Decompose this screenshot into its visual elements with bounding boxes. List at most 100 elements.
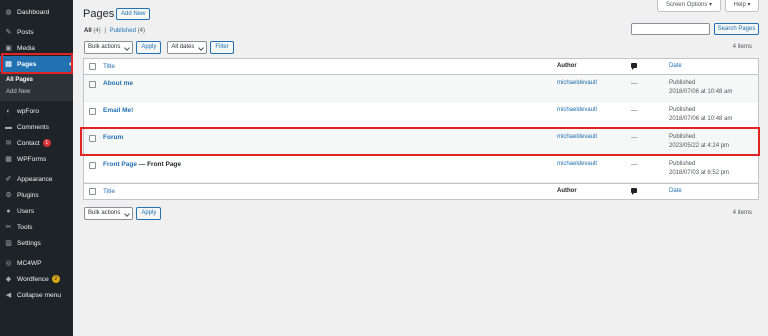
comments-column-header xyxy=(631,63,637,70)
notification-badge: 2 xyxy=(51,275,60,283)
sidebar-item-dashboard[interactable]: ◍ Dashboard xyxy=(0,4,73,20)
sidebar-item-label: Media xyxy=(17,44,35,52)
date-cell: Published 2018/07/03 at 6:52 pm xyxy=(669,160,729,178)
submenu-add-new[interactable]: Add New xyxy=(0,86,73,98)
comments-column-footer xyxy=(631,188,637,195)
search-input[interactable] xyxy=(631,23,710,35)
author-link[interactable]: michaeldevault xyxy=(557,161,597,167)
row-checkbox[interactable] xyxy=(89,108,96,115)
comment-bubble-icon xyxy=(631,63,637,70)
sidebar-item-plugins[interactable]: ⚙ Plugins xyxy=(0,187,73,203)
page-title-link[interactable]: Email Me! xyxy=(103,107,133,114)
collapse-menu-button[interactable]: ◀ Collapse menu xyxy=(0,287,73,303)
sidebar-item-label: Collapse menu xyxy=(17,291,61,299)
title-column-footer[interactable]: Title xyxy=(103,188,115,195)
settings-icon: ▥ xyxy=(5,240,12,247)
sidebar-item-label: wpForo xyxy=(17,107,39,115)
pushpin-icon: ✎ xyxy=(5,29,12,36)
date-column-footer[interactable]: Date xyxy=(669,187,682,196)
publish-status: Published xyxy=(669,161,696,167)
sidebar-item-label: Wordfence xyxy=(17,275,49,283)
filter-separator: | xyxy=(104,28,106,34)
filter-all-count: (4) xyxy=(93,28,101,34)
sidebar-item-comments[interactable]: ▬ Comments xyxy=(0,119,73,135)
sidebar-item-wordfence[interactable]: ◆ Wordfence 2 xyxy=(0,271,73,287)
screen-options-tab[interactable]: Screen Options ▾ xyxy=(657,0,721,12)
comments-count: — xyxy=(631,80,638,87)
apply-button[interactable]: Apply xyxy=(136,40,162,54)
help-tab[interactable]: Help ▾ xyxy=(725,0,759,12)
select-all-checkbox[interactable] xyxy=(89,188,96,195)
page-title-link[interactable]: About me xyxy=(103,80,133,87)
row-checkbox[interactable] xyxy=(89,81,96,88)
table-header-row: Title Author Date xyxy=(84,59,758,75)
filter-button[interactable]: Filter xyxy=(210,40,234,54)
comment-bubble-icon xyxy=(631,188,637,195)
publish-status: Published xyxy=(669,107,696,113)
plugins-icon: ⚙ xyxy=(5,192,12,199)
author-column-header: Author xyxy=(557,63,577,69)
title-column-header[interactable]: Title xyxy=(103,63,115,70)
sidebar-item-appearance[interactable]: ✐ Appearance xyxy=(0,171,73,187)
table-row: Email Me! michaeldevault — Published 2018… xyxy=(84,102,758,129)
sidebar-item-posts[interactable]: ✎ Posts xyxy=(0,24,73,40)
sidebar-item-label: Settings xyxy=(17,239,41,247)
submenu-all-pages[interactable]: All Pages xyxy=(0,74,73,86)
collapse-icon: ◀ xyxy=(5,292,12,299)
appearance-icon: ✐ xyxy=(5,176,12,183)
filter-published[interactable]: Published xyxy=(110,28,136,34)
sidebar-item-wpforms[interactable]: ▦ WPForms xyxy=(0,151,73,167)
publish-date: 2018/07/06 at 10:48 am xyxy=(669,116,733,122)
sidebar-item-label: Comments xyxy=(17,123,49,131)
row-checkbox[interactable] xyxy=(89,162,96,169)
pages-highlight-box xyxy=(1,53,73,74)
pages-submenu: All Pages Add New xyxy=(0,72,73,101)
publish-date: 2018/07/03 at 6:52 pm xyxy=(669,170,730,176)
apply-button[interactable]: Apply xyxy=(136,206,162,220)
sidebar-item-label: Plugins xyxy=(17,191,39,199)
notification-badge: 1 xyxy=(42,139,51,147)
select-all-checkbox[interactable] xyxy=(89,63,96,70)
table-footer-row: Title Author Date xyxy=(84,183,758,199)
date-cell: Published 2018/07/06 at 10:48 am xyxy=(669,79,732,97)
comments-icon: ▬ xyxy=(5,123,12,131)
bulk-actions-select[interactable]: Bulk actions xyxy=(84,206,134,220)
tablenav-bottom: Bulk actions Apply 4 items xyxy=(84,206,760,220)
sidebar-item-contact[interactable]: ✉ Contact 1 xyxy=(0,135,73,151)
table-row: Front Page — Front Page michaeldevault —… xyxy=(84,156,758,183)
items-count: 4 items xyxy=(732,210,752,216)
add-new-button[interactable]: Add New xyxy=(116,8,151,20)
date-column-header[interactable]: Date xyxy=(669,62,682,71)
page-title: Pages xyxy=(83,8,115,20)
bulk-actions-select[interactable]: Bulk actions xyxy=(84,40,134,54)
mail-icon: ✉ xyxy=(5,140,12,147)
sidebar-item-label: Contact xyxy=(17,139,40,147)
search-pages-button[interactable]: Search Pages xyxy=(714,23,759,35)
sidebar-item-label: Users xyxy=(17,207,35,215)
page-title-link[interactable]: Front Page — Front Page xyxy=(103,161,181,168)
date-cell: Published 2018/07/06 at 10:48 am xyxy=(669,106,732,124)
sidebar-item-users[interactable]: ● Users xyxy=(0,203,73,219)
sidebar-item-label: WPForms xyxy=(17,155,47,163)
sidebar-item-tools[interactable]: ✂ Tools xyxy=(0,219,73,235)
sidebar-item-label: Posts xyxy=(17,28,34,36)
sidebar-item-mc4wp[interactable]: ◎ MC4WP xyxy=(0,255,73,271)
dates-select[interactable]: All dates xyxy=(167,40,208,54)
sidebar-item-settings[interactable]: ▥ Settings xyxy=(0,235,73,251)
author-link[interactable]: michaeldevault xyxy=(557,107,597,113)
wordfence-icon: ◆ xyxy=(5,276,12,283)
filter-all[interactable]: All xyxy=(84,28,92,34)
mc4wp-icon: ◎ xyxy=(5,260,12,267)
media-icon: ▣ xyxy=(5,45,12,52)
post-state-label: — Front Page xyxy=(138,161,182,168)
sidebar-item-label: Appearance xyxy=(17,175,53,183)
dashboard-icon: ◍ xyxy=(5,9,12,16)
sidebar-item-wpforo[interactable]: ◐ wpForo xyxy=(0,103,73,119)
sidebar-item-label: Tools xyxy=(17,223,33,231)
wpforms-icon: ▦ xyxy=(5,156,12,163)
author-link[interactable]: michaeldevault xyxy=(557,80,597,86)
tablenav-top: Bulk actions Apply All dates Filter 4 it… xyxy=(84,40,760,54)
publish-date: 2018/07/06 at 10:48 am xyxy=(669,89,733,95)
publish-status: Published xyxy=(669,80,696,86)
forum-row-highlight-box xyxy=(80,127,760,156)
